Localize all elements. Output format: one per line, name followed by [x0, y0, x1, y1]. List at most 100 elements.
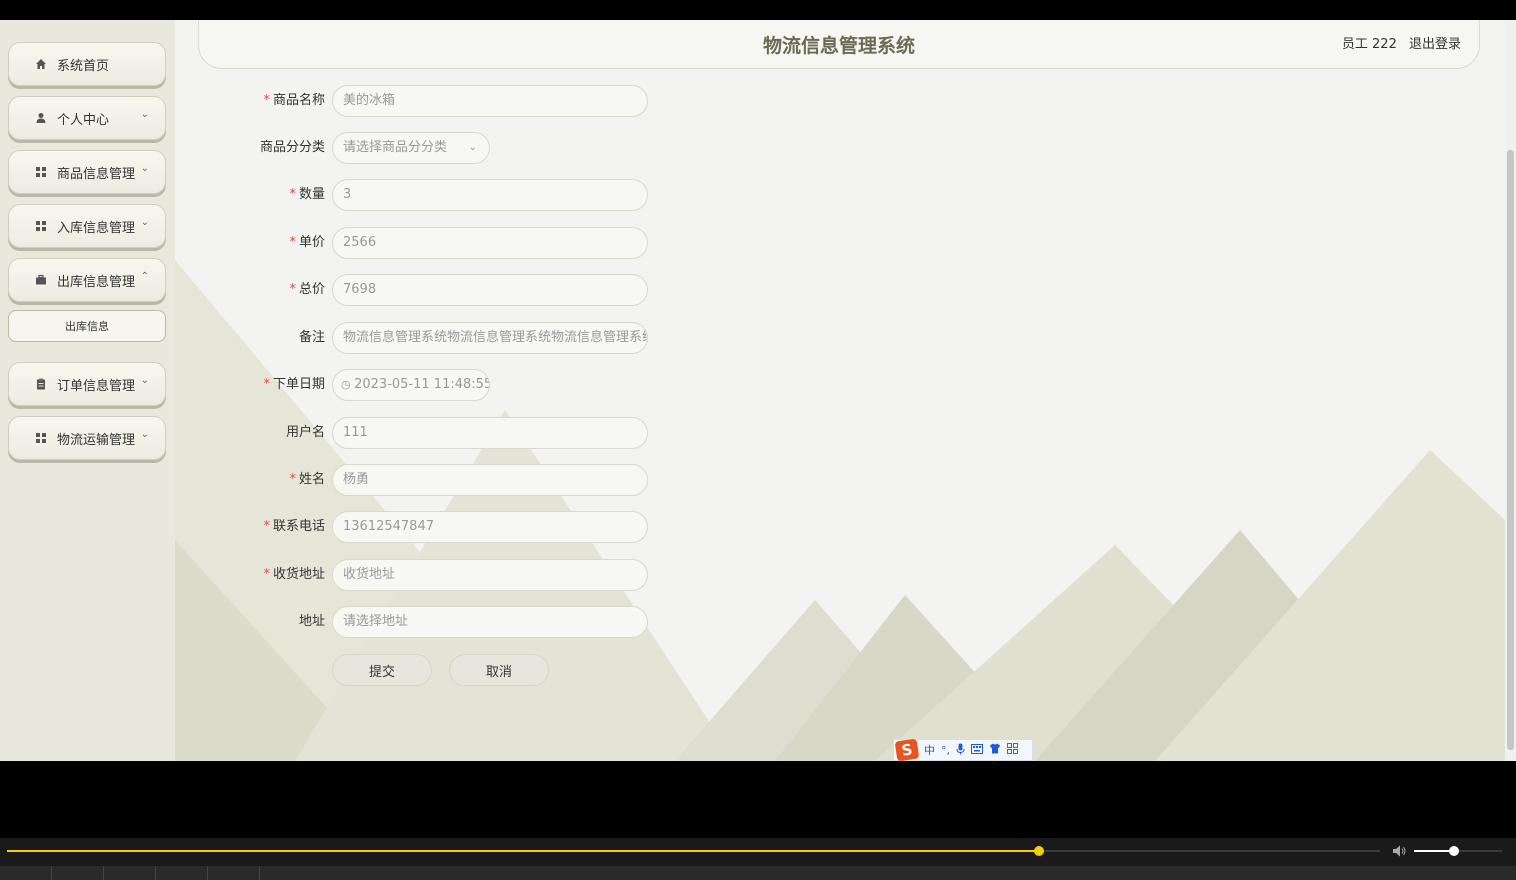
field-value: 2023-05-11 11:48:55: [354, 377, 490, 392]
chevron-down-icon: ⌄: [140, 375, 149, 386]
form-input[interactable]: 请选择地址: [332, 606, 648, 638]
form-label-text: 总价: [298, 282, 325, 297]
sidebar-item-product[interactable]: 商品信息管理 ⌄: [8, 150, 166, 194]
form-label-text: 收货地址: [272, 567, 325, 582]
form-row: 备注 物流信息管理系统物流信息管理系统物流信息管理系统: [175, 322, 648, 354]
field-value: 2566: [343, 235, 377, 250]
form-input[interactable]: 7698: [332, 274, 648, 306]
chevron-up-icon: ⌃: [140, 271, 149, 282]
sidebar-subitem-outbound-info[interactable]: 出库信息: [8, 310, 166, 342]
category-select[interactable]: 请选择商品分分类 ⌄: [332, 132, 490, 164]
form-row: 商品分分类 请选择商品分分类 ⌄: [175, 132, 490, 164]
form-input[interactable]: 物流信息管理系统物流信息管理系统物流信息管理系统: [332, 322, 648, 354]
grid-icon: [35, 166, 47, 178]
form-label-text: 备注: [298, 330, 325, 345]
volume-fill: [1414, 850, 1454, 852]
field-value: 111: [343, 425, 368, 440]
form-row: * 数量 3: [175, 179, 648, 211]
taskbar-button[interactable]: [104, 866, 156, 880]
form-label-text: 单价: [298, 235, 325, 250]
form-label: * 联系电话: [175, 511, 325, 543]
sidebar-item-orders[interactable]: 订单信息管理 ⌄: [8, 362, 166, 406]
sidebar-item-label: 入库信息管理: [57, 220, 136, 236]
form-label: * 姓名: [175, 464, 325, 496]
form-label: * 收货地址: [175, 559, 325, 591]
field-value: 收货地址: [343, 567, 396, 582]
taskbar-button[interactable]: [208, 866, 260, 880]
briefcase-icon: [35, 274, 47, 286]
form-label: * 单价: [175, 227, 325, 259]
user-area: 员工 222 退出登录: [1342, 33, 1461, 52]
clock-icon: ◷: [341, 378, 355, 391]
ime-toolbar[interactable]: S 中 °,: [893, 738, 1033, 761]
taskbar-button[interactable]: [52, 866, 104, 880]
sidebar-item-label: 个人中心: [57, 112, 110, 128]
playback-progress-track[interactable]: [7, 846, 1380, 856]
chevron-down-icon: ⌄: [140, 217, 149, 228]
sidebar-item-personal[interactable]: 个人中心 ⌄: [8, 96, 166, 140]
required-mark: *: [263, 519, 270, 534]
volume-track[interactable]: [1414, 846, 1502, 856]
volume-icon[interactable]: [1392, 844, 1408, 858]
form-label: 地址: [175, 606, 325, 638]
scrollbar-thumb[interactable]: [1507, 150, 1514, 750]
toolbox-grid-icon[interactable]: [1007, 743, 1018, 757]
form-label-text: 商品名称: [272, 93, 325, 108]
form-row: * 商品名称 美的冰箱: [175, 85, 648, 117]
microphone-icon[interactable]: [956, 743, 965, 758]
page-scrollbar[interactable]: [1505, 20, 1516, 761]
field-value: 3: [343, 187, 352, 202]
form-row: * 单价 2566: [175, 227, 648, 259]
form-row: * 下单日期 ◷ 2023-05-11 11:48:55: [175, 369, 490, 401]
chevron-down-icon: ⌄: [468, 142, 477, 153]
sidebar-item-label: 物流运输管理: [57, 432, 136, 448]
sidebar: 系统首页 个人中心 ⌄ 商品信息管理 ⌄ 入库信息管理 ⌄ 出库信息管理 ⌃ 出…: [0, 20, 175, 761]
sogou-logo-icon: S: [894, 738, 920, 761]
field-value: 杨勇: [343, 472, 370, 487]
required-mark: *: [289, 187, 296, 202]
playback-progress-handle[interactable]: [1034, 846, 1045, 856]
form-input[interactable]: 2566: [332, 227, 648, 259]
clipboard-icon: [35, 378, 47, 390]
cancel-button[interactable]: 取消: [449, 654, 549, 686]
field-value: 请选择地址: [343, 614, 409, 629]
form-label: * 数量: [175, 179, 325, 211]
sidebar-item-label: 商品信息管理: [57, 166, 136, 182]
field-value: 13612547847: [343, 519, 434, 534]
form-label-text: 姓名: [298, 472, 325, 487]
keyboard-icon[interactable]: [971, 743, 983, 757]
form-label-text: 商品分分类: [259, 140, 325, 155]
form-row: 用户名 111: [175, 417, 648, 449]
form-label-text: 下单日期: [272, 377, 325, 392]
form-input[interactable]: 杨勇: [332, 464, 648, 496]
form-input[interactable]: 收货地址: [332, 559, 648, 591]
page-title: 物流信息管理系统: [762, 35, 915, 57]
form-label-text: 地址: [298, 614, 325, 629]
form-input[interactable]: 111: [332, 417, 648, 449]
order-date-picker[interactable]: ◷ 2023-05-11 11:48:55: [332, 369, 490, 401]
field-value: 美的冰箱: [343, 93, 396, 108]
punctuation-icon[interactable]: °,: [941, 744, 950, 757]
required-mark: *: [289, 235, 296, 250]
form-input[interactable]: 美的冰箱: [332, 85, 648, 117]
sidebar-item-logistics[interactable]: 物流运输管理 ⌄: [8, 416, 166, 460]
sidebar-item-inbound[interactable]: 入库信息管理 ⌄: [8, 204, 166, 248]
ime-lang-toggle[interactable]: 中: [924, 742, 935, 758]
skin-shirt-icon[interactable]: [989, 743, 1001, 757]
taskbar: [0, 866, 1516, 880]
form-row: * 总价 7698: [175, 274, 648, 306]
sidebar-item-outbound[interactable]: 出库信息管理 ⌃: [8, 258, 166, 302]
submit-button[interactable]: 提交: [332, 654, 432, 686]
form-input[interactable]: 3: [332, 179, 648, 211]
logout-link[interactable]: 退出登录: [1409, 37, 1461, 52]
required-mark: *: [289, 282, 296, 297]
form-input[interactable]: 13612547847: [332, 511, 648, 543]
taskbar-button[interactable]: [156, 866, 208, 880]
required-mark: *: [289, 472, 296, 487]
grid-icon: [35, 220, 47, 232]
field-value: 物流信息管理系统物流信息管理系统物流信息管理系统: [343, 330, 648, 345]
volume-handle[interactable]: [1448, 846, 1459, 856]
user-label: 员工 222: [1341, 37, 1397, 52]
sidebar-item-home[interactable]: 系统首页: [8, 42, 166, 86]
taskbar-button[interactable]: [0, 866, 52, 880]
